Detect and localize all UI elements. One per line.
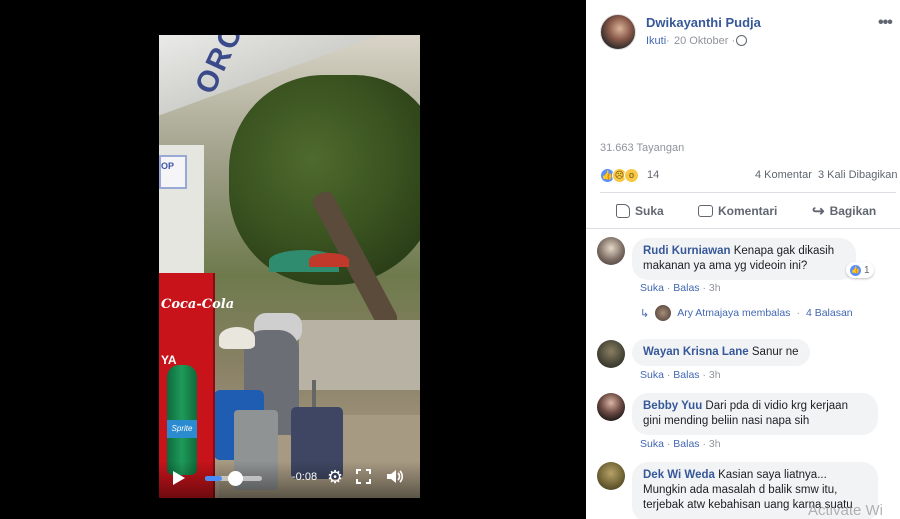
comment-actions: Suka · Balas · 3h (640, 438, 721, 450)
author-avatar[interactable] (600, 14, 636, 50)
shop-counter (299, 320, 420, 390)
view-count: 31.663 Tayangan (600, 142, 685, 154)
post-date[interactable]: 20 Oktober · (674, 35, 735, 47)
comment-bubble-icon (698, 205, 713, 217)
commenter-avatar[interactable] (597, 393, 625, 421)
time-remaining: -0:08 (292, 471, 318, 483)
comment-actions: Suka · Balas · 3h (640, 282, 721, 294)
comment-actions: Suka · Balas · 3h (640, 369, 721, 381)
video-controls: -0:08 ⚙ (159, 461, 420, 498)
comment-button[interactable]: Komentari (698, 200, 777, 222)
comment-like-link[interactable]: Suka (640, 438, 664, 450)
share-label: Bagikan (829, 204, 877, 218)
comment-reply-link[interactable]: Balas (673, 438, 699, 450)
comment-bubble: Wayan Krisna Lane Sanur ne (632, 339, 810, 366)
divider (586, 228, 900, 229)
person-hat (219, 327, 255, 349)
meta-separator: · (666, 282, 671, 294)
comment-time[interactable]: 3h (709, 438, 721, 450)
commenter-avatar[interactable] (597, 462, 625, 490)
comment-count[interactable]: 4 Komentar (755, 169, 812, 181)
meta-separator: · (796, 307, 800, 319)
video-frame[interactable]: OP ORO-D Coca-Cola YA Sprite (159, 35, 420, 498)
gear-icon[interactable]: ⚙ (327, 468, 343, 486)
commenter-avatar[interactable] (597, 340, 625, 368)
wall-sign: OP (159, 155, 187, 189)
like-reaction-icon: 👍 (850, 264, 861, 276)
commenter-name[interactable]: Dek Wi Weda (643, 469, 715, 481)
wow-reaction-icon: o (624, 168, 639, 183)
comment-time[interactable]: 3h (709, 282, 721, 294)
progress-knob[interactable] (228, 471, 243, 486)
comment-like-badge[interactable]: 👍 1 (846, 262, 874, 278)
share-button[interactable]: ↪ Bagikan (812, 200, 876, 222)
comment-like-link[interactable]: Suka (640, 369, 664, 381)
date-separator: · (666, 35, 670, 47)
post-side-panel: Dwikayanthi Pudja Ikuti · 20 Oktober · •… (586, 0, 900, 519)
comment-label: Komentari (718, 204, 778, 218)
meta-separator: · (702, 369, 706, 381)
like-label: Suka (635, 204, 664, 218)
fullscreen-icon[interactable] (356, 469, 371, 484)
share-arrow-icon: ↪ (812, 203, 825, 220)
replies-summary[interactable]: ↳ Ary Atmajaya membalas · 4 Balasan (640, 305, 853, 321)
os-activation-watermark: Activate Wi (808, 502, 884, 519)
reaction-count: 14 (647, 169, 660, 181)
comment-bubble: Bebby Yuu Dari pda di vidio krg kerjaan … (632, 393, 878, 435)
commenter-name[interactable]: Bebby Yuu (643, 400, 702, 412)
follow-link[interactable]: Ikuti (646, 35, 666, 47)
author-name[interactable]: Dwikayanthi Pudja (646, 15, 761, 30)
thumbs-up-icon (616, 204, 630, 218)
share-count[interactable]: 3 Kali Dibagikan (818, 169, 898, 181)
comment-text: Sanur ne (751, 346, 799, 358)
commenter-avatar[interactable] (597, 237, 625, 265)
fridge-logo: Coca-Cola (161, 297, 235, 312)
suitcase-handle (312, 380, 316, 408)
volume-icon[interactable] (386, 468, 404, 488)
progress-fill (205, 476, 222, 481)
red-umbrella (309, 253, 349, 267)
reply-arrow-icon: ↳ (640, 307, 650, 320)
divider (600, 192, 896, 193)
comment-reply-link[interactable]: Balas (673, 282, 699, 294)
comment-like-link[interactable]: Suka (640, 282, 664, 294)
meta-separator: · (666, 369, 671, 381)
bottle-label: Sprite (167, 420, 197, 438)
meta-separator: · (666, 438, 671, 450)
play-icon[interactable] (173, 471, 185, 485)
globe-icon (736, 35, 747, 46)
more-options-icon[interactable]: ••• (878, 14, 893, 32)
comment-bubble: Rudi Kurniawan Kenapa gak dikasih makana… (632, 238, 856, 280)
video-player[interactable]: OP ORO-D Coca-Cola YA Sprite -0:08 ⚙ (0, 0, 586, 519)
like-button[interactable]: Suka (616, 200, 664, 222)
comment-reply-link[interactable]: Balas (673, 369, 699, 381)
replier-avatar (655, 305, 672, 321)
commenter-name[interactable]: Rudi Kurniawan (643, 245, 731, 257)
commenter-name[interactable]: Wayan Krisna Lane (643, 346, 749, 358)
comment-time[interactable]: 3h (709, 369, 721, 381)
reply-count: 4 Balasan (805, 307, 853, 319)
meta-separator: · (702, 282, 706, 294)
replier-text: Ary Atmajaya membalas (677, 307, 791, 319)
meta-separator: · (702, 438, 706, 450)
comment-like-count: 1 (864, 264, 870, 276)
